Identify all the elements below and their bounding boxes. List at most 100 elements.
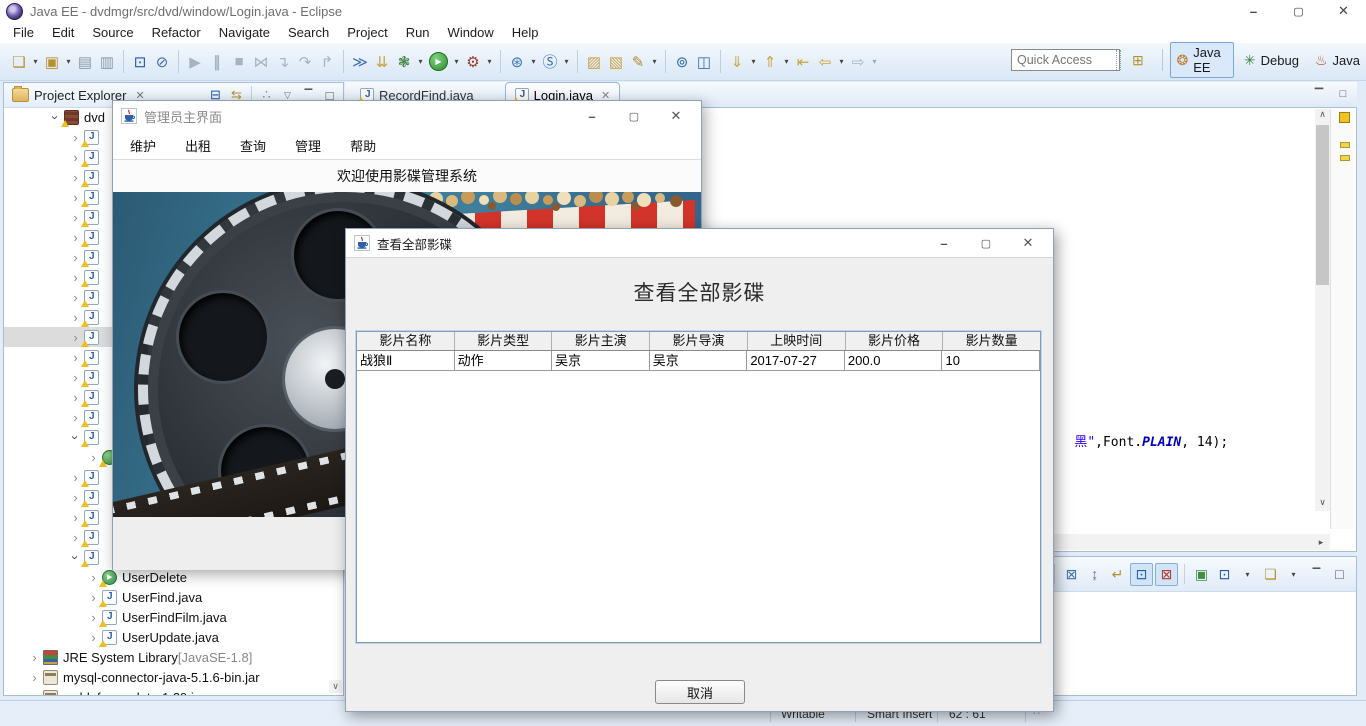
editor-vertical-scrollbar[interactable]: ∧ ∨	[1315, 109, 1330, 511]
run-config-button[interactable]: ⇊	[371, 50, 393, 74]
dropdown-caret[interactable]: ▾	[451, 50, 462, 74]
dialog-minimize-button[interactable]	[923, 229, 965, 257]
disconnect-button[interactable]: ⋈	[250, 50, 272, 74]
menu-item[interactable]: Window	[439, 25, 503, 40]
menu-item[interactable]: Project	[338, 25, 396, 40]
scroll-down-arrow-icon[interactable]: ∨	[329, 680, 342, 693]
tree-item-mysql-jar[interactable]: › mysql-connector-java-5.1.6-bin.jar	[4, 667, 343, 687]
dropdown-caret[interactable]: ▾	[836, 50, 847, 74]
maximize-editor-button[interactable]	[1335, 86, 1351, 102]
app-menu-item[interactable]: 出租	[178, 136, 218, 155]
table-header-cell[interactable]: 影片价格	[846, 332, 944, 350]
display-console-button[interactable]: ⊡	[1214, 564, 1235, 585]
warning-marker[interactable]	[1340, 142, 1350, 148]
new-server-button[interactable]: Ⓢ	[539, 50, 561, 74]
save-all-button[interactable]: ▥	[96, 50, 118, 74]
menu-item[interactable]: Search	[279, 25, 338, 40]
perspective-java[interactable]: ♨ Java	[1309, 50, 1366, 71]
dropdown-caret[interactable]: ▾	[63, 50, 74, 74]
show-stdout-button[interactable]: ⊡	[1130, 562, 1153, 586]
minimize-editor-button[interactable]	[1311, 86, 1327, 102]
new-wizard-button[interactable]: ❏	[8, 50, 30, 74]
export-button[interactable]: ▧	[605, 50, 627, 74]
clear-console-button[interactable]: ⊠	[1061, 564, 1082, 585]
last-edit-location-button[interactable]: ⇤	[792, 50, 814, 74]
debug-button[interactable]: ❃	[393, 50, 415, 74]
perspective-javaee[interactable]: ❂ Java EE	[1169, 42, 1234, 78]
menu-item[interactable]: Refactor	[143, 25, 210, 40]
run-on-server-button[interactable]: ◫	[693, 50, 715, 74]
dropdown-caret[interactable]: ▾	[1237, 564, 1258, 585]
new-javaee-project-button[interactable]: ▣	[41, 50, 63, 74]
table-cell[interactable]: 动作	[454, 351, 553, 371]
skip-breakpoints-button[interactable]: ⊘	[151, 50, 173, 74]
menu-item[interactable]: File	[4, 25, 43, 40]
table-header-cell[interactable]: 影片导演	[650, 332, 748, 350]
step-into-button[interactable]: ↴	[272, 50, 294, 74]
open-console-view-button[interactable]: ❏	[1260, 564, 1281, 585]
pause-button[interactable]: ∥	[206, 50, 228, 74]
table-cell[interactable]: 吴京	[552, 351, 650, 371]
table-header-cell[interactable]: 影片数量	[943, 332, 1040, 350]
checkout-button[interactable]: ⇓	[726, 50, 748, 74]
tree-item-jre[interactable]: › JRE System Library [JavaSE-1.8]	[4, 647, 343, 667]
expand-arrow-icon[interactable]: ›	[28, 690, 41, 696]
commit-button[interactable]: ⇑	[759, 50, 781, 74]
open-console-button[interactable]: ⊡	[129, 50, 151, 74]
stop-button[interactable]: ■	[228, 50, 250, 74]
app-menu-item[interactable]: 维护	[123, 136, 163, 155]
table-cell[interactable]: 10	[942, 351, 1041, 371]
table-header-cell[interactable]: 上映时间	[748, 332, 846, 350]
menu-item[interactable]: Run	[397, 25, 439, 40]
perspective-debug[interactable]: ✳ Debug	[1238, 50, 1305, 71]
menu-item[interactable]: Source	[83, 25, 142, 40]
import-button[interactable]: ▨	[583, 50, 605, 74]
minimize-console-button[interactable]: ▔	[1306, 564, 1327, 585]
scroll-down-arrow-icon[interactable]: ∨	[1315, 497, 1330, 511]
app-menu-item[interactable]: 帮助	[343, 136, 383, 155]
show-stderr-button[interactable]: ⊠	[1155, 562, 1178, 586]
dropdown-caret[interactable]: ▾	[30, 50, 41, 74]
menu-item[interactable]: Edit	[43, 25, 83, 40]
tree-item-userfind[interactable]: › UserFind.java	[4, 587, 343, 607]
dropdown-caret[interactable]: ▾	[869, 50, 880, 74]
dialog-close-button[interactable]	[1007, 229, 1049, 257]
app-menu-item[interactable]: 查询	[233, 136, 273, 155]
table-cell[interactable]: 战狼Ⅱ	[357, 351, 455, 371]
tree-item-userupdate[interactable]: › UserUpdate.java	[4, 627, 343, 647]
dialog-titlebar[interactable]: 查看全部影碟	[346, 229, 1053, 258]
dropdown-caret[interactable]: ▾	[484, 50, 495, 74]
scroll-lock-button[interactable]: ↨	[1084, 564, 1105, 585]
new-web-wizard-button[interactable]: ⊛	[506, 50, 528, 74]
maximize-console-button[interactable]: □	[1329, 564, 1350, 585]
web-browser-button[interactable]: ⊚	[671, 50, 693, 74]
app-close-button[interactable]	[655, 102, 697, 130]
resume-button[interactable]: ▶	[184, 50, 206, 74]
dialog-maximize-button[interactable]	[965, 229, 1007, 257]
step-over-button[interactable]: ↷	[294, 50, 316, 74]
table-header-cell[interactable]: 影片名称	[357, 332, 455, 350]
app-menu-item[interactable]: 管理	[288, 136, 328, 155]
app-maximize-button[interactable]	[613, 102, 655, 130]
menu-item[interactable]: Help	[503, 25, 548, 40]
app-minimize-button[interactable]	[571, 102, 613, 130]
app-window-titlebar[interactable]: 管理员主界面	[113, 101, 701, 131]
close-window-button[interactable]	[1321, 0, 1366, 22]
word-wrap-button[interactable]: ↵	[1107, 564, 1128, 585]
expand-arrow-icon[interactable]: ›	[28, 650, 41, 665]
minimize-window-button[interactable]	[1231, 0, 1276, 22]
step-return-button[interactable]: ↱	[316, 50, 338, 74]
dropdown-caret[interactable]: ▾	[561, 50, 572, 74]
tree-item-userfindfilm[interactable]: › UserFindFilm.java	[4, 607, 343, 627]
dropdown-caret[interactable]: ▾	[415, 50, 426, 74]
table-cell[interactable]: 吴京	[649, 351, 748, 371]
dropdown-caret[interactable]: ▾	[1283, 564, 1304, 585]
quick-access-input[interactable]	[1011, 49, 1120, 71]
warning-summary-marker[interactable]	[1339, 112, 1350, 123]
scrollbar-thumb[interactable]	[1316, 125, 1329, 285]
table-header-cell[interactable]: 影片类型	[455, 332, 553, 350]
pin-console-button[interactable]: ▣	[1191, 564, 1212, 585]
open-perspective-button[interactable]: ⊞	[1126, 50, 1155, 71]
table-cell[interactable]: 200.0	[844, 351, 943, 371]
dropdown-caret[interactable]: ▾	[781, 50, 792, 74]
